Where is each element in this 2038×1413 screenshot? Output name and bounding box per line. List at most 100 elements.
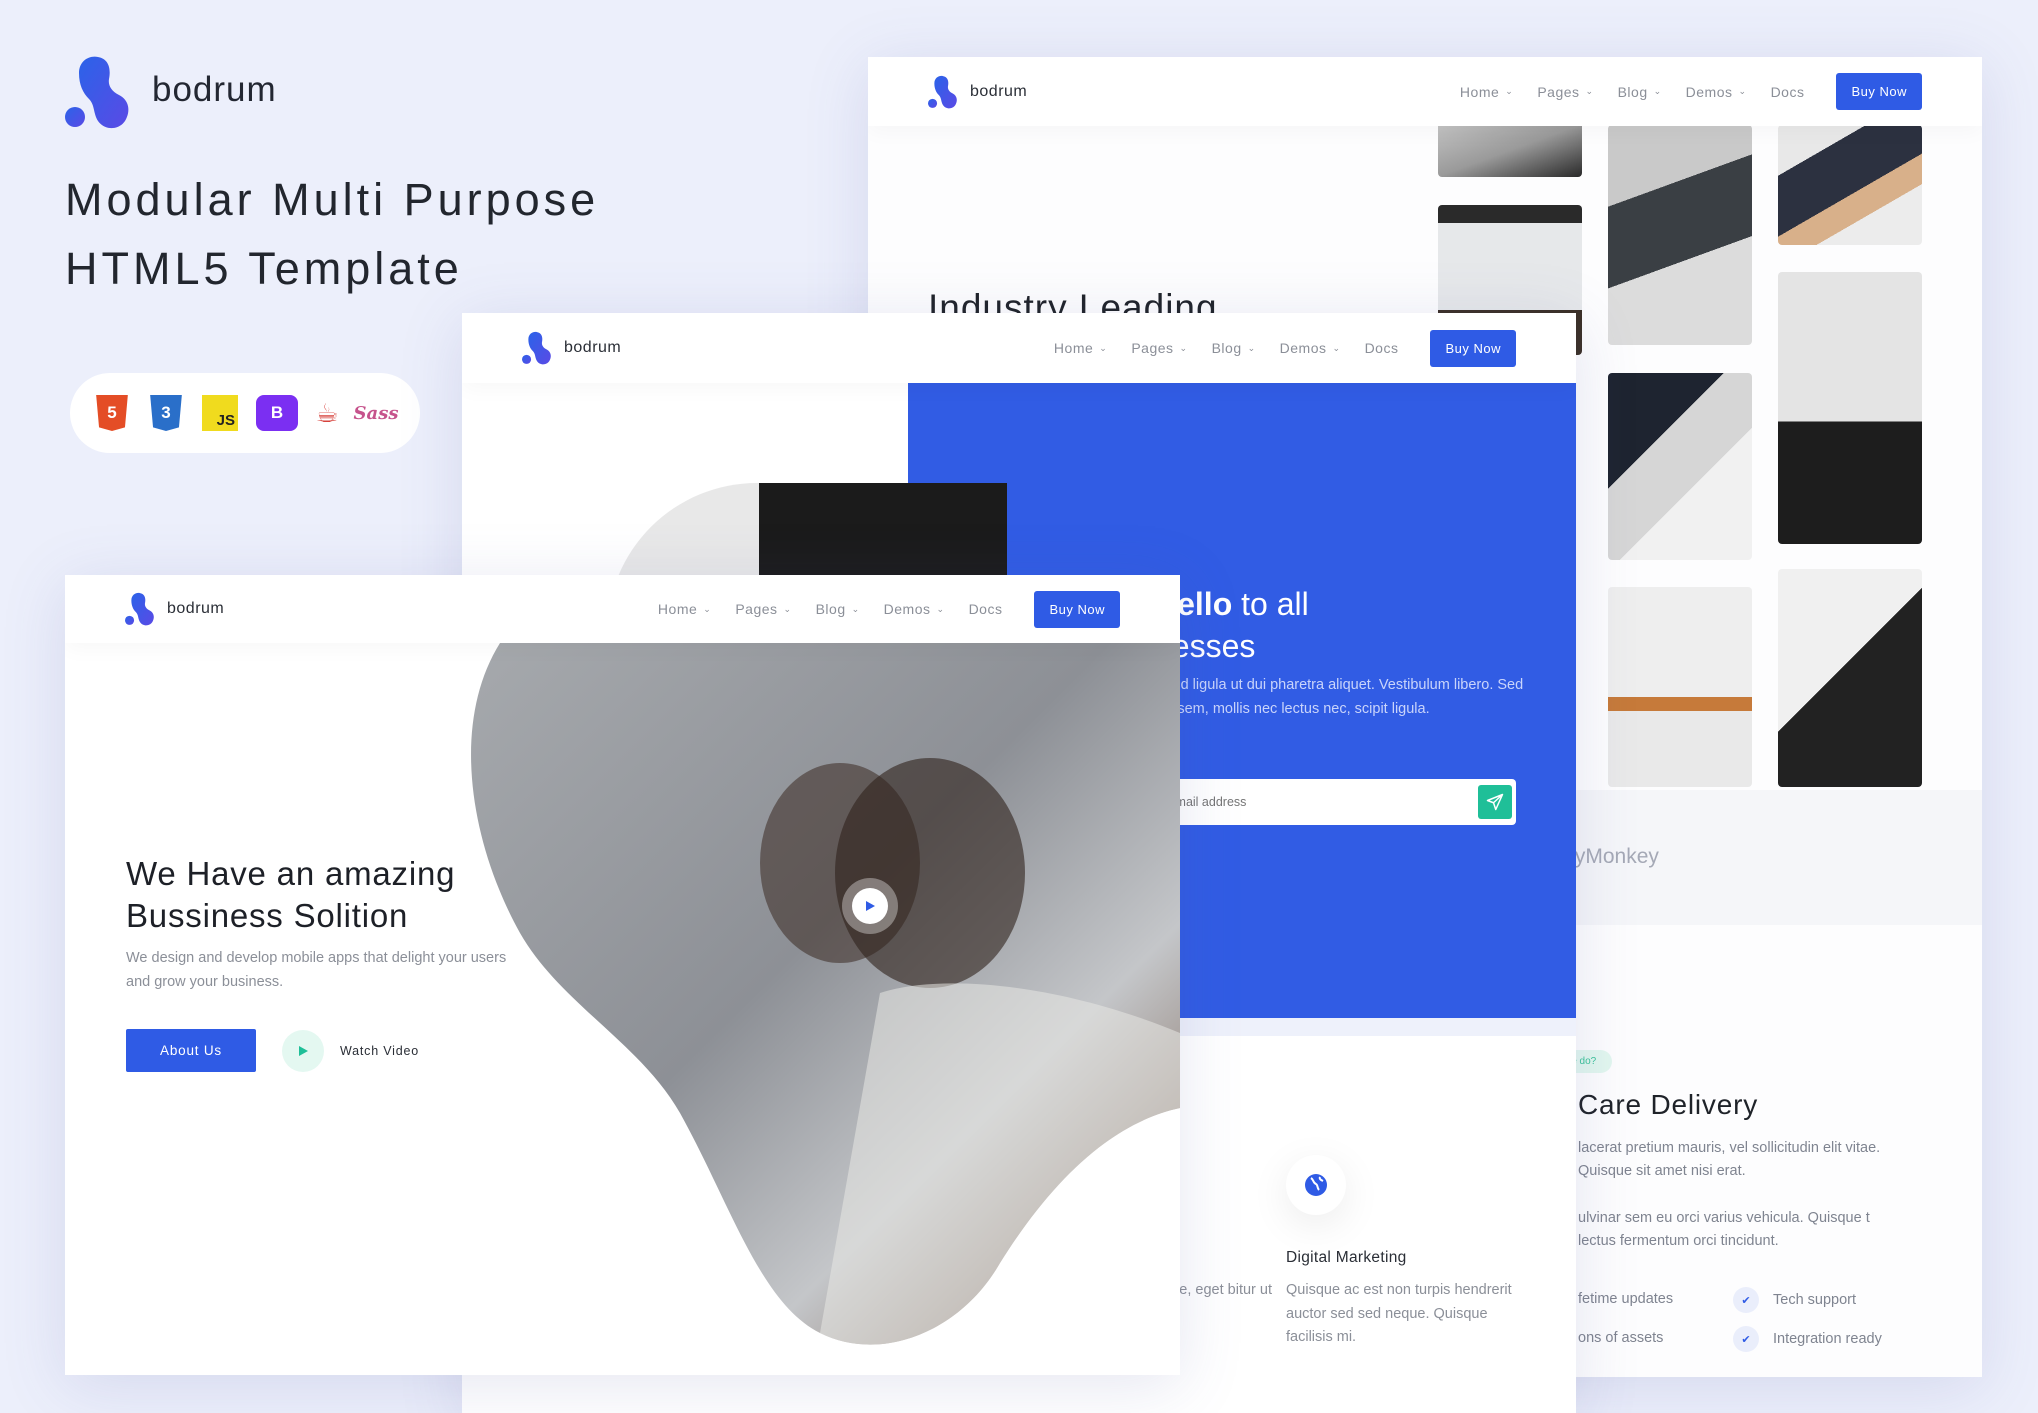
promo-brand-name: bodrum xyxy=(152,70,277,109)
buy-now-button[interactable]: Buy Now xyxy=(1034,590,1120,628)
play-icon xyxy=(866,901,875,911)
hero-subtext: We design and develop mobile apps that d… xyxy=(126,950,507,990)
nav-menu: Home ⌄ Pages ⌄ Blog ⌄ Demos ⌄ Docs Buy Now xyxy=(658,590,1120,628)
service-text: Quisque ac est non turpis hendrerit auct… xyxy=(1286,1282,1512,1345)
bodrum-logo-icon xyxy=(928,75,958,109)
check-icon: ✔ xyxy=(1733,1287,1759,1313)
nav-item-label: Home xyxy=(1459,83,1500,100)
paper-plane-icon xyxy=(1486,793,1504,811)
hero-headline-line1: We Have an amazing xyxy=(126,855,456,892)
chevron-down-icon: ⌄ xyxy=(851,603,860,614)
chevron-down-icon: ⌄ xyxy=(936,603,945,614)
nav-item-demos[interactable]: Demos ⌄ xyxy=(1280,340,1341,356)
nav-item-demos[interactable]: Demos ⌄ xyxy=(884,601,945,617)
navbar: bodrum Home ⌄ Pages ⌄ Blog ⌄ Demos ⌄ Docs Bu… xyxy=(65,575,1180,643)
nav-item-label: Home xyxy=(1053,340,1094,356)
watch-video-link[interactable]: Watch Video xyxy=(282,1030,419,1072)
gallery-photo[interactable] xyxy=(1608,373,1752,560)
chevron-down-icon: ⌄ xyxy=(703,603,712,614)
gallery-photo[interactable] xyxy=(1778,272,1922,544)
html5-icon: 5 xyxy=(96,395,128,431)
buy-now-button[interactable]: Buy Now xyxy=(1836,73,1922,110)
nav-brand: bodrum xyxy=(167,600,225,617)
javascript-icon: JS xyxy=(202,395,238,431)
gallery-photo[interactable] xyxy=(1608,125,1752,345)
sass-icon: Sass xyxy=(353,402,399,424)
nav-item-home[interactable]: Home ⌄ xyxy=(1460,84,1513,100)
feature-label: ons of assets xyxy=(1578,1330,1664,1346)
nav-item-blog[interactable]: Blog ⌄ xyxy=(816,601,860,617)
nav-item-label: Home xyxy=(657,601,698,617)
preview-window-hero: bodrum Home ⌄ Pages ⌄ Blog ⌄ Demos ⌄ Docs Bu… xyxy=(65,575,1180,1375)
promo-headline: Modular Multi Purpose HTML5 Template xyxy=(65,165,685,303)
nav-item-label: Docs xyxy=(1770,83,1805,100)
nav-item-label: Blog xyxy=(1211,340,1242,356)
nav-item-label: Docs xyxy=(1364,340,1399,356)
nav-item-label: Pages xyxy=(1537,83,1580,100)
nav-item-label: Pages xyxy=(735,601,778,617)
nav-item-pages[interactable]: Pages ⌄ xyxy=(1537,84,1593,100)
nav-item-demos[interactable]: Demos ⌄ xyxy=(1686,84,1747,100)
chevron-down-icon: ⌄ xyxy=(1653,86,1662,96)
nav-logo[interactable]: bodrum xyxy=(522,331,621,365)
tech-stack-pill: 5 3 JS B ☕ Sass xyxy=(70,373,420,453)
nav-item-label: Pages xyxy=(1131,340,1174,356)
newsletter-paragraph: s sed ligula ut dui pharetra aliquet. Ve… xyxy=(1154,677,1524,717)
chevron-down-icon: ⌄ xyxy=(783,603,792,614)
play-video-button[interactable] xyxy=(842,878,898,934)
chevron-down-icon: ⌄ xyxy=(1179,342,1188,353)
bodrum-logo-icon xyxy=(522,331,552,365)
nav-item-blog[interactable]: Blog ⌄ xyxy=(1618,84,1662,100)
hero-headline-line2: Bussiness Solition xyxy=(126,897,409,934)
feature-label: fetime updates xyxy=(1578,1291,1674,1307)
nav-item-docs[interactable]: Docs xyxy=(969,601,1003,617)
gulp-icon: ☕ xyxy=(315,397,339,428)
nav-item-home[interactable]: Home ⌄ xyxy=(1054,340,1107,356)
buy-now-button[interactable]: Buy Now xyxy=(1430,329,1516,367)
nav-brand: bodrum xyxy=(970,82,1028,100)
nav-item-pages[interactable]: Pages ⌄ xyxy=(735,601,791,617)
heading-rest: to all xyxy=(1232,586,1309,622)
send-button[interactable] xyxy=(1478,785,1512,819)
nav-menu: Home ⌄ Pages ⌄ Blog ⌄ Demos ⌄ Docs Buy Now xyxy=(1054,329,1516,367)
navbar: bodrum Home ⌄ Pages ⌄ Blog ⌄ Demos ⌄ Docs Bu… xyxy=(868,57,1982,126)
hero-headline: We Have an amazing Bussiness Solition xyxy=(126,853,455,937)
nav-item-docs[interactable]: Docs xyxy=(1365,340,1399,356)
nav-item-label: Demos xyxy=(883,601,931,617)
nav-item-label: Docs xyxy=(968,601,1003,617)
about-us-button[interactable]: About Us xyxy=(126,1029,256,1072)
gallery-photo[interactable] xyxy=(1778,125,1922,245)
promo-headline-line1: Modular Multi Purpose xyxy=(65,174,600,225)
watch-video-label: Watch Video xyxy=(340,1044,419,1058)
nav-logo[interactable]: bodrum xyxy=(125,592,224,626)
navbar: bodrum Home ⌄ Pages ⌄ Blog ⌄ Demos ⌄ Docs Bu… xyxy=(462,313,1576,383)
section-title: Care Delivery xyxy=(1578,1089,1758,1120)
chevron-down-icon: ⌄ xyxy=(1738,86,1747,96)
section-paragraph-2: ulvinar sem eu orci varius vehicula. Qui… xyxy=(1578,1210,1870,1249)
bootstrap-icon: B xyxy=(256,395,298,431)
nav-item-blog[interactable]: Blog ⌄ xyxy=(1212,340,1256,356)
chevron-down-icon: ⌄ xyxy=(1332,342,1341,353)
feature-item: fetime updates xyxy=(1578,1291,1673,1307)
email-input[interactable] xyxy=(1152,794,1478,810)
gallery-photo[interactable] xyxy=(1778,569,1922,787)
gallery-photo[interactable] xyxy=(1608,587,1752,787)
feature-label: Tech support xyxy=(1773,1292,1857,1308)
nav-item-label: Blog xyxy=(815,601,846,617)
feature-item: ✔ Tech support xyxy=(1733,1287,1856,1313)
newsletter-form xyxy=(1134,779,1516,825)
bodrum-logo-icon xyxy=(125,592,155,626)
nav-item-label: Demos xyxy=(1279,340,1327,356)
nav-item-label: Blog xyxy=(1617,83,1648,100)
check-icon: ✔ xyxy=(1733,1326,1759,1352)
nav-brand: bodrum xyxy=(564,339,622,356)
nav-item-pages[interactable]: Pages ⌄ xyxy=(1131,340,1187,356)
nav-item-docs[interactable]: Docs xyxy=(1771,84,1805,100)
service-icon-circle xyxy=(1286,1155,1346,1215)
nav-menu: Home ⌄ Pages ⌄ Blog ⌄ Demos ⌄ Docs Buy Now xyxy=(1460,73,1922,110)
promo-headline-line2: HTML5 Template xyxy=(65,243,463,294)
chevron-down-icon: ⌄ xyxy=(1247,342,1256,353)
nav-logo[interactable]: bodrum xyxy=(928,75,1027,109)
hero-photo-blob xyxy=(471,643,1180,1345)
nav-item-home[interactable]: Home ⌄ xyxy=(658,601,711,617)
